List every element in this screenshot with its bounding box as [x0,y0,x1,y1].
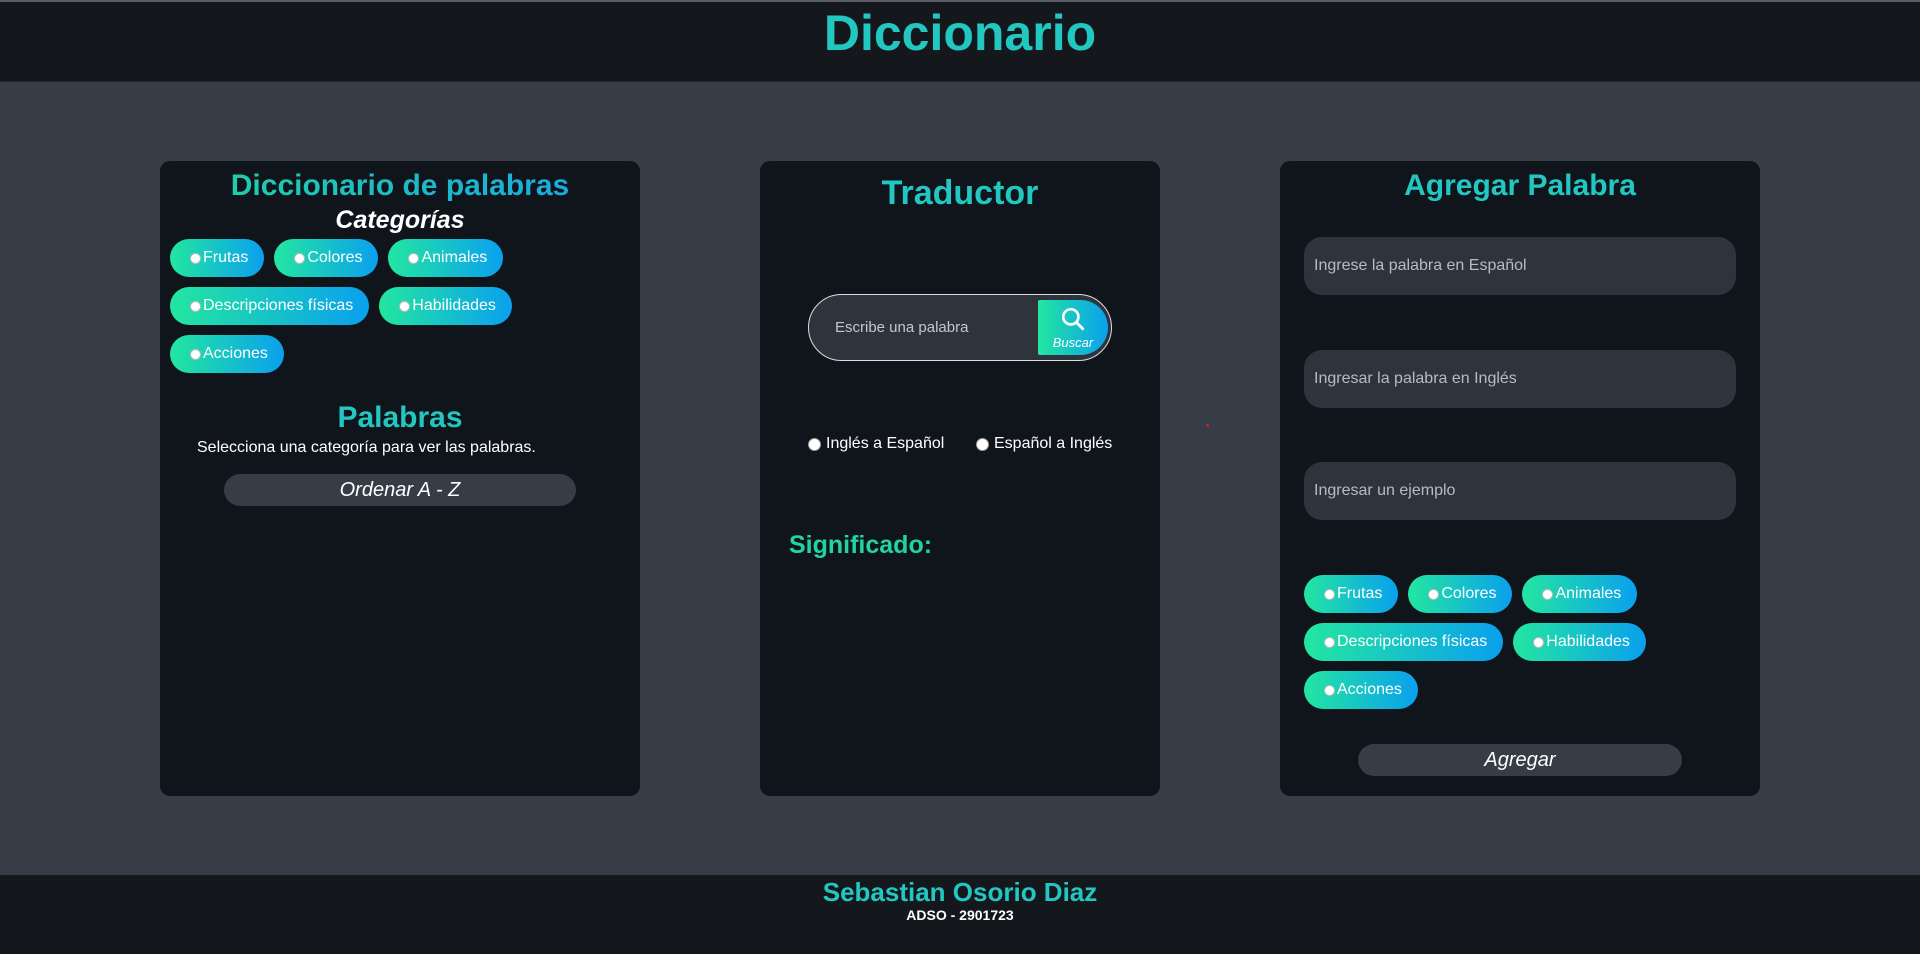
category-chip-label: Frutas [1337,585,1383,602]
category-chip[interactable]: Habilidades [1513,623,1646,661]
radio-circle[interactable] [1533,636,1545,648]
category-chip-label: Colores [1441,585,1497,602]
radio-circle[interactable] [976,437,989,451]
sort-az-button[interactable]: Ordenar A - Z [224,474,576,506]
radio-circle[interactable] [1324,636,1335,648]
category-chip-label: Descripciones físicas [1337,633,1488,650]
course-code: ADSO - 2901723 [906,907,1014,923]
site-footer: Sebastian Osorio Diaz ADSO - 2901723 [0,875,1920,954]
category-chip-label: Descripciones físicas [203,297,354,314]
category-chip-label: Acciones [203,345,268,362]
add-word-panel: Agregar Palabra Ingrese la palabra en Es… [1280,161,1760,796]
category-chip[interactable]: Acciones [1304,671,1418,709]
radio-circle[interactable] [1542,588,1554,600]
english-word-input[interactable]: Ingresar la palabra en Inglés [1304,350,1736,408]
radio-english-to-spanish[interactable]: Inglés a Español [808,435,944,453]
radio-circle[interactable] [1324,588,1335,600]
add-category-chip-group: Frutas Colores Animales Descripciones físic… [1304,575,1704,709]
add-button[interactable]: Agregar [1358,744,1682,776]
category-chip-label: Colores [307,249,363,266]
categories-title: Categorías [335,206,465,234]
translator-panel: Traductor Escribe una palabra Buscar Ing… [760,161,1160,796]
category-chip[interactable]: Descripciones físicas [170,287,370,325]
category-chip[interactable]: Colores [1408,575,1513,613]
translator-title: Traductor [881,174,1039,212]
meaning-label: Significado: [789,531,933,559]
search-icon [1061,307,1085,331]
category-chip[interactable]: Habilidades [379,287,512,325]
category-chip-label: Acciones [1337,681,1402,698]
search-button-label: Buscar [1052,335,1094,350]
radio-circle[interactable] [408,252,420,264]
category-chip[interactable]: Animales [1522,575,1638,613]
spanish-word-input[interactable]: Ingrese la palabra en Español [1304,237,1736,295]
category-chip-group: Frutas Colores Animales Descripciones físic… [170,239,570,373]
search-button[interactable]: Buscar [1038,300,1108,355]
category-chip-label: Habilidades [412,297,496,314]
search-box: Escribe una palabra Buscar [808,294,1112,361]
category-chip[interactable]: Colores [274,239,379,277]
category-chip[interactable]: Animales [388,239,504,277]
radio-circle[interactable] [808,437,821,451]
dictionary-panel-title: Diccionario de palabras [160,169,640,203]
category-chip-label: Habilidades [1546,633,1630,650]
site-header: Diccionario [0,2,1920,82]
page-title: Diccionario [823,5,1097,61]
category-chip[interactable]: Acciones [170,335,284,373]
search-input[interactable]: Escribe una palabra [835,319,968,336]
radio-label: Español a Inglés [994,435,1113,452]
radio-circle[interactable] [190,300,201,312]
words-hint: Selecciona una categoría para ver las pa… [197,439,536,456]
author-name: Sebastian Osorio Diaz [822,877,1098,907]
radio-circle[interactable] [1428,588,1440,600]
dictionary-panel: Diccionario de palabras Categorías Fruta… [160,161,640,796]
example-input[interactable]: Ingresar un ejemplo [1304,462,1736,520]
words-title: Palabras [337,401,463,434]
stray-dot [1206,424,1209,427]
radio-circle[interactable] [1324,684,1335,696]
radio-circle[interactable] [190,252,201,264]
category-chip-label: Frutas [203,249,249,266]
radio-label: Inglés a Español [826,435,945,452]
category-chip[interactable]: Descripciones físicas [1304,623,1504,661]
radio-circle[interactable] [399,300,411,312]
radio-circle[interactable] [190,348,201,360]
category-chip[interactable]: Frutas [1304,575,1399,613]
category-chip-label: Animales [1555,585,1622,602]
radio-spanish-to-english[interactable]: Español a Inglés [976,435,1112,453]
add-word-title: Agregar Palabra [1404,169,1636,202]
category-chip-label: Animales [421,249,488,266]
category-chip[interactable]: Frutas [170,239,265,277]
radio-circle[interactable] [294,252,306,264]
